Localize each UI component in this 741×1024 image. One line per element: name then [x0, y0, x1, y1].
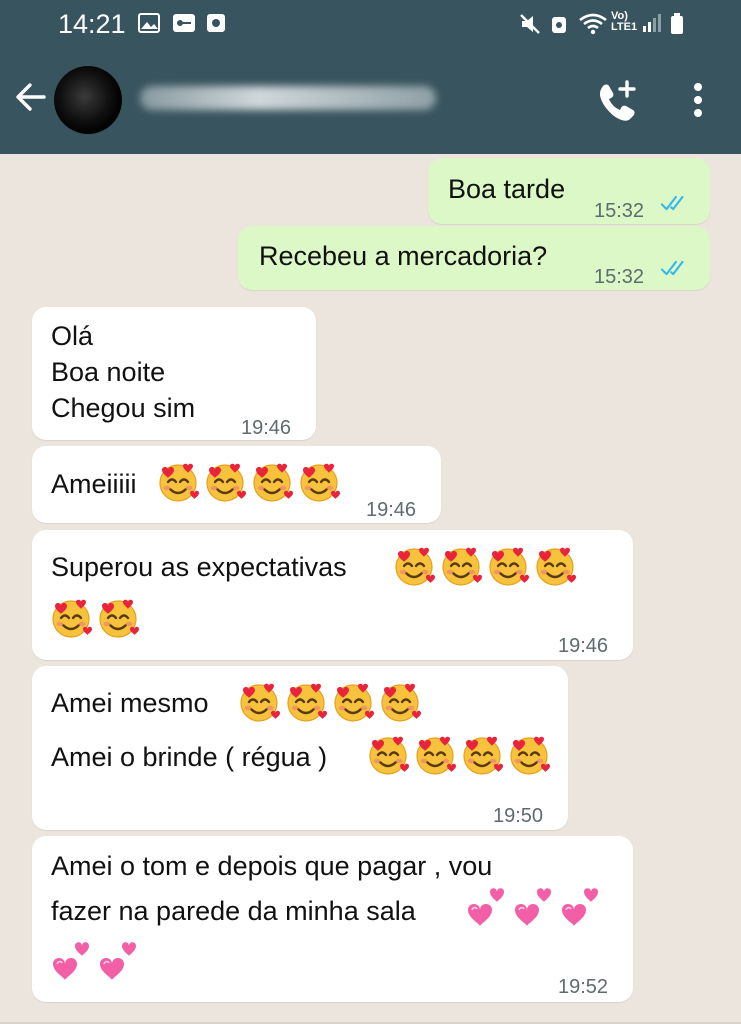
emoji-row	[237, 680, 425, 724]
smiling-face-with-hearts-icon	[533, 544, 577, 588]
two-hearts-icon	[558, 884, 602, 928]
message-text: Superou as expectativas	[51, 552, 347, 582]
message-text: Amei o tom e depois que pagar , vou	[51, 851, 493, 881]
message-text: Amei o brinde ( régua )	[51, 742, 328, 772]
message-time: 15:32	[594, 200, 645, 222]
avatar[interactable]	[54, 66, 122, 134]
emoji-row	[49, 596, 143, 640]
smiling-face-with-hearts-icon	[237, 680, 281, 724]
message-bubble-incoming[interactable]: Ameiiiii 19:46	[32, 446, 441, 523]
message-text: Olá	[51, 321, 94, 351]
signal-icon	[643, 14, 661, 32]
read-receipt-icon	[660, 194, 690, 213]
smiling-face-with-hearts-icon	[378, 680, 422, 724]
smiling-face-with-hearts-icon	[49, 596, 93, 640]
two-hearts-icon	[49, 938, 93, 982]
message-bubble-outgoing[interactable]: Boa tarde 15:32	[428, 158, 710, 224]
emoji-row	[156, 460, 344, 504]
message-bubble-incoming[interactable]: Amei o tom e depois que pagar , vou faze…	[32, 836, 633, 1002]
message-text: fazer na parede da minha sala	[51, 896, 416, 926]
smiling-face-with-hearts-icon	[486, 544, 530, 588]
message-time: 15:32	[594, 266, 645, 288]
two-hearts-icon	[511, 884, 555, 928]
smiling-face-with-hearts-icon	[203, 460, 247, 504]
message-time: 19:52	[558, 976, 609, 998]
smiling-face-with-hearts-icon	[366, 733, 410, 777]
key-icon	[173, 14, 195, 32]
message-text: Chegou sim	[51, 393, 196, 423]
smiling-face-with-hearts-icon	[392, 544, 436, 588]
emoji-row	[49, 938, 143, 982]
message-bubble-incoming[interactable]: Amei mesmo Amei o brinde ( régua ) 19:50	[32, 666, 568, 830]
image-icon	[138, 13, 160, 33]
smiling-face-with-hearts-icon	[331, 680, 375, 724]
smiling-face-with-hearts-icon	[439, 544, 483, 588]
message-text: Boa tarde	[448, 174, 566, 204]
contact-name-blurred[interactable]	[140, 86, 436, 110]
smiling-face-with-hearts-icon	[413, 733, 457, 777]
message-time: 19:46	[558, 635, 609, 657]
read-receipt-icon	[660, 259, 690, 278]
smiling-face-with-hearts-icon	[250, 460, 294, 504]
status-bar: 14:21 Vo) LTE1	[0, 0, 741, 48]
two-hearts-icon	[464, 884, 508, 928]
status-time: 14:21	[58, 9, 126, 39]
battery-icon	[671, 13, 683, 34]
chat-area[interactable]: Boa tarde 15:32 Recebeu a mercadoria? 15…	[0, 154, 741, 1024]
message-bubble-outgoing[interactable]: Recebeu a mercadoria? 15:32	[238, 226, 710, 290]
emoji-row	[392, 544, 580, 588]
message-bubble-incoming[interactable]: Superou as expectativas 19:46	[32, 530, 633, 660]
message-text: Recebeu a mercadoria?	[259, 241, 548, 271]
network-label: Vo) LTE1	[611, 10, 638, 33]
more-vert-icon[interactable]	[686, 82, 710, 118]
smiling-face-with-hearts-icon	[284, 680, 328, 724]
smiling-face-with-hearts-icon	[96, 596, 140, 640]
sync-icon	[552, 17, 566, 33]
mute-icon	[520, 14, 540, 34]
add-call-icon[interactable]	[594, 80, 638, 122]
smiling-face-with-hearts-icon	[156, 460, 200, 504]
back-arrow-icon[interactable]	[14, 82, 48, 112]
smiling-face-with-hearts-icon	[507, 733, 551, 777]
emoji-row	[366, 733, 554, 777]
message-time: 19:46	[366, 499, 417, 521]
app-icon	[207, 14, 225, 32]
message-time: 19:46	[241, 417, 292, 439]
emoji-row	[464, 884, 605, 928]
smiling-face-with-hearts-icon	[297, 460, 341, 504]
message-text: Boa noite	[51, 357, 166, 387]
chat-header	[0, 48, 741, 154]
message-text: Amei mesmo	[51, 688, 209, 718]
message-bubble-incoming[interactable]: Olá Boa noite Chegou sim 19:46	[32, 307, 316, 440]
message-text: Ameiiiii	[51, 469, 137, 499]
wifi-icon	[579, 13, 607, 35]
two-hearts-icon	[96, 938, 140, 982]
message-time: 19:50	[493, 805, 544, 827]
smiling-face-with-hearts-icon	[460, 733, 504, 777]
